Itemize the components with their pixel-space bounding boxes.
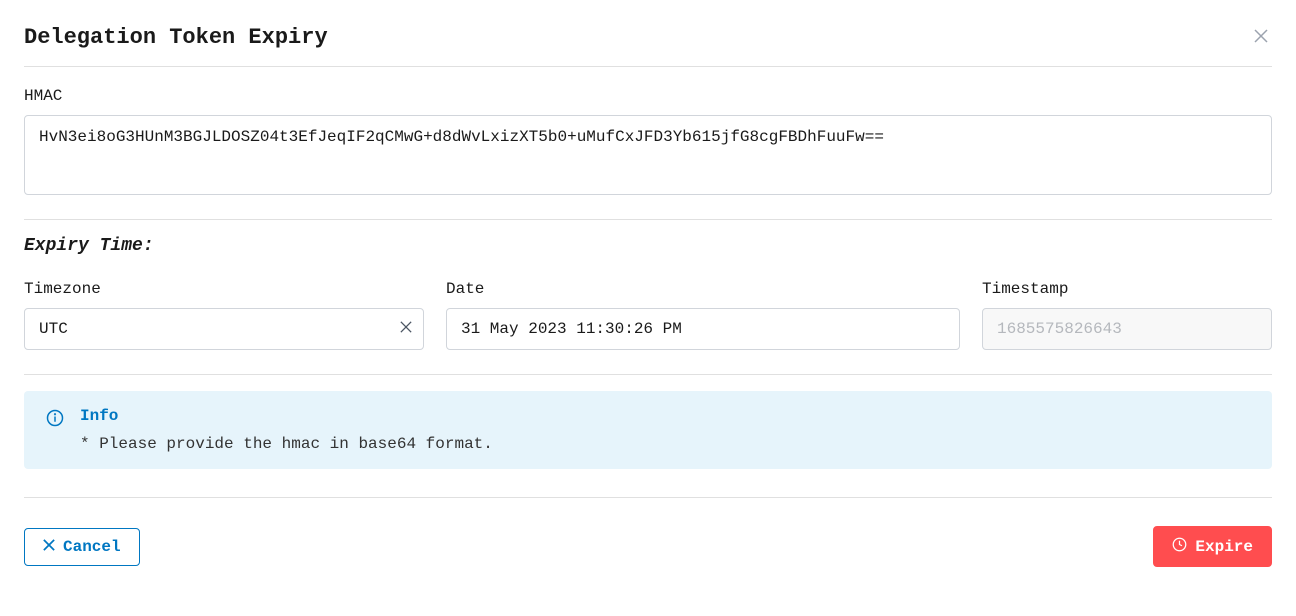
close-button[interactable] — [1250, 24, 1272, 50]
close-icon — [43, 539, 55, 555]
divider — [24, 219, 1272, 220]
hmac-label: HMAC — [24, 87, 1272, 105]
cancel-button[interactable]: Cancel — [24, 528, 140, 566]
clear-icon — [400, 320, 412, 337]
timezone-label: Timezone — [24, 280, 424, 298]
info-text: * Please provide the hmac in base64 form… — [80, 435, 493, 453]
expire-label: Expire — [1195, 539, 1253, 555]
dialog-title: Delegation Token Expiry — [24, 25, 328, 50]
divider — [24, 374, 1272, 375]
timezone-clear-button[interactable] — [394, 315, 418, 343]
date-input[interactable] — [446, 308, 960, 350]
close-icon — [1254, 27, 1268, 47]
cancel-label: Cancel — [63, 539, 121, 555]
info-box: Info * Please provide the hmac in base64… — [24, 391, 1272, 469]
timezone-input[interactable] — [24, 308, 424, 350]
expiry-heading: Expiry Time: — [24, 236, 1272, 256]
date-label: Date — [446, 280, 960, 298]
info-title: Info — [80, 407, 493, 425]
expire-button[interactable]: Expire — [1153, 526, 1272, 567]
clock-icon — [1172, 537, 1187, 556]
hmac-section: HMAC HvN3ei8oG3HUnM3BGJLDOSZ04t3EfJeqIF2… — [24, 87, 1272, 195]
hmac-input[interactable]: HvN3ei8oG3HUnM3BGJLDOSZ04t3EfJeqIF2qCMwG… — [24, 115, 1272, 195]
timestamp-label: Timestamp — [982, 280, 1272, 298]
timestamp-input — [982, 308, 1272, 350]
info-icon — [46, 409, 64, 432]
